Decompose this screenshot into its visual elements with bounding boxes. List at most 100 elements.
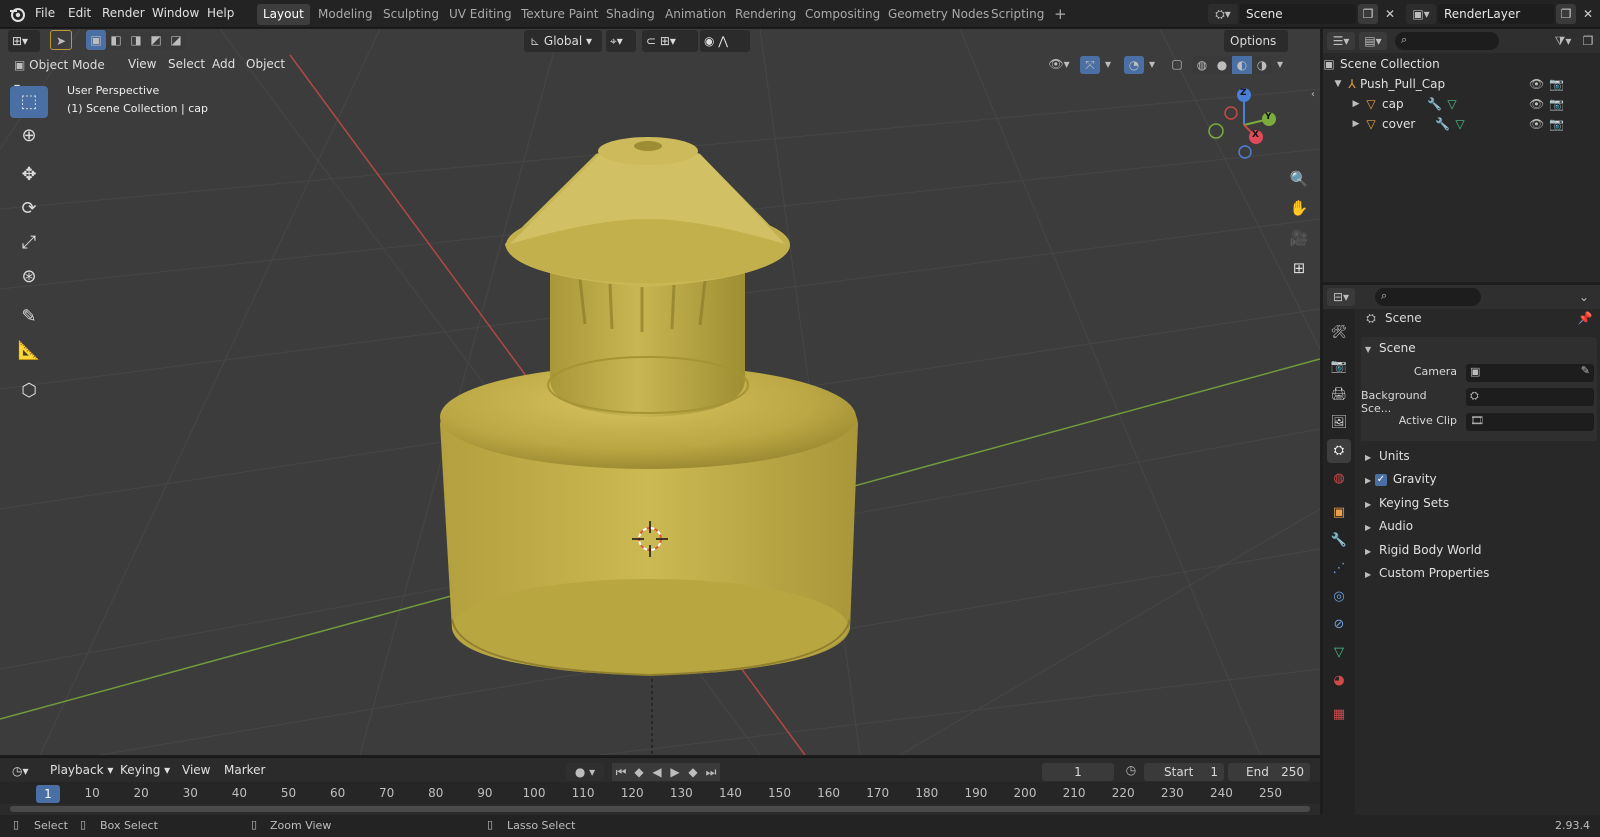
new-scene-icon[interactable]: ❐: [1358, 4, 1378, 24]
gravity-panel-header[interactable]: ▶ ✓ Gravity: [1361, 468, 1597, 490]
expand-right-icon[interactable]: ▶: [1351, 114, 1361, 134]
add-workspace-button[interactable]: +: [1048, 4, 1073, 25]
timeline-editor-type-dropdown[interactable]: ◷▾: [8, 760, 40, 782]
viewport-menu-add[interactable]: Add: [208, 54, 239, 75]
outliner-row-push-pull-cap[interactable]: ▼ ⅄ Push_Pull_Cap 👁 📷: [1323, 74, 1600, 94]
custom-properties-panel-header[interactable]: ▶ Custom Properties: [1361, 562, 1597, 584]
perspective-toggle-icon[interactable]: ⊞: [1286, 255, 1312, 281]
scene-panel-header[interactable]: ▼ Scene: [1361, 337, 1597, 359]
tab-rendering[interactable]: Rendering: [729, 4, 802, 25]
viewport-menu-object[interactable]: Object: [242, 54, 289, 75]
zoom-icon[interactable]: 🔍: [1286, 166, 1312, 192]
collapse-sidebar-icon[interactable]: ‹: [1308, 89, 1318, 100]
gizmo-toggle-icon[interactable]: ⤧: [1080, 56, 1100, 74]
active-clip-field[interactable]: 🎞: [1466, 413, 1594, 431]
new-view-layer-icon[interactable]: ❐: [1556, 4, 1576, 24]
select-tool-icon[interactable]: ➤: [50, 30, 72, 50]
new-collection-icon[interactable]: ❐: [1579, 32, 1597, 50]
tab-sculpting[interactable]: Sculpting: [377, 4, 445, 25]
particles-tab-icon[interactable]: ⋰: [1327, 557, 1351, 581]
menu-edit[interactable]: Edit: [68, 6, 91, 20]
preview-range-icon[interactable]: ◷: [1122, 763, 1140, 777]
select-mode-extend-icon[interactable]: ◧: [106, 30, 126, 50]
shading-rendered-icon[interactable]: ◑: [1252, 56, 1272, 74]
shading-material-icon[interactable]: ◐: [1232, 56, 1252, 74]
visibility-dropdown-icon[interactable]: 👁▾: [1044, 57, 1074, 71]
eye-visible-icon[interactable]: 👁: [1529, 94, 1544, 114]
tab-texture-paint[interactable]: Texture Paint: [515, 4, 604, 25]
jump-prev-keyframe-icon[interactable]: ◆: [630, 763, 648, 781]
data-tab-icon[interactable]: ▽: [1327, 641, 1351, 665]
viewport-menu-view[interactable]: View: [124, 54, 160, 75]
editor-type-dropdown[interactable]: ⊞▾: [8, 30, 40, 52]
tab-uv-editing[interactable]: UV Editing: [443, 4, 518, 25]
overlays-dropdown-icon[interactable]: ▾: [1146, 57, 1158, 71]
snap-toggle[interactable]: ⊂ ⊞▾: [642, 30, 698, 52]
display-mode-icon[interactable]: ▤▾: [1359, 32, 1387, 50]
marker-menu[interactable]: Marker: [220, 760, 269, 781]
scene-tab-icon[interactable]: ⛭: [1327, 439, 1351, 463]
delete-scene-icon[interactable]: ✕: [1380, 4, 1400, 24]
object-tab-icon[interactable]: ▣: [1327, 501, 1351, 525]
jump-start-icon[interactable]: ⏮: [612, 763, 630, 781]
proportional-editing-toggle[interactable]: ◉ ⋀: [700, 30, 750, 52]
background-scene-field[interactable]: ⛭: [1466, 388, 1594, 406]
end-frame-field[interactable]: End 250: [1228, 763, 1310, 781]
view-layer-tab-icon[interactable]: 🖼: [1327, 411, 1351, 435]
select-box-tool-icon[interactable]: ⬚: [10, 86, 48, 118]
render-tab-icon[interactable]: 📷: [1327, 355, 1351, 379]
cursor-tool-icon[interactable]: ⊕: [10, 120, 48, 152]
tool-tab-icon[interactable]: 🛠: [1327, 321, 1351, 345]
shading-solid-icon[interactable]: ●: [1212, 56, 1232, 74]
object-mode-dropdown[interactable]: ▣ Object Mode ▾: [8, 54, 118, 94]
modifier-wrench-icon[interactable]: 🔧: [1435, 114, 1450, 134]
properties-options-icon[interactable]: ⌄: [1575, 288, 1593, 306]
filter-icon[interactable]: ⧩▾: [1549, 32, 1577, 50]
texture-tab-icon[interactable]: ▦: [1327, 703, 1351, 727]
expand-right-icon[interactable]: ▶: [1351, 94, 1361, 114]
camera-field[interactable]: ▣ ✎: [1466, 364, 1594, 382]
rigid-body-world-panel-header[interactable]: ▶ Rigid Body World: [1361, 539, 1597, 561]
constraints-tab-icon[interactable]: ⊘: [1327, 613, 1351, 637]
jump-next-keyframe-icon[interactable]: ◆: [684, 763, 702, 781]
scale-tool-icon[interactable]: ⤢: [10, 227, 48, 259]
eye-visible-icon[interactable]: 👁: [1529, 114, 1544, 134]
menu-render[interactable]: Render: [102, 6, 145, 20]
tab-animation[interactable]: Animation: [659, 4, 732, 25]
physics-tab-icon[interactable]: ◎: [1327, 585, 1351, 609]
gravity-checkbox[interactable]: ✓: [1374, 473, 1387, 486]
pin-icon[interactable]: 📌: [1577, 311, 1593, 325]
playhead-frame-indicator[interactable]: 1: [36, 785, 60, 803]
move-tool-icon[interactable]: ✥: [10, 159, 48, 191]
overlays-toggle-icon[interactable]: ◔: [1124, 56, 1144, 74]
mesh-data-icon[interactable]: ▽: [1445, 94, 1459, 114]
tab-modeling[interactable]: Modeling: [312, 4, 379, 25]
keying-sets-panel-header[interactable]: ▶ Keying Sets: [1361, 492, 1597, 514]
units-panel-header[interactable]: ▶ Units: [1361, 445, 1597, 467]
3d-viewport[interactable]: ⊞▾ ➤ ▣ ◧ ◨ ◩ ◪ ⊾ Global ▾ ⌖▾ ⊂ ⊞▾ ◉ ⋀ Op…: [0, 29, 1320, 755]
scene-icon[interactable]: ⛭▾: [1208, 4, 1238, 24]
xray-toggle-icon[interactable]: ▢: [1168, 57, 1186, 71]
render-camera-icon[interactable]: 📷: [1549, 74, 1564, 94]
mesh-data-icon[interactable]: ▽: [1453, 114, 1467, 134]
tab-geometry-nodes[interactable]: Geometry Nodes: [882, 4, 995, 25]
view-layer-icon[interactable]: ▣▾: [1406, 4, 1436, 24]
transform-tool-icon[interactable]: ⊛: [10, 261, 48, 293]
blender-logo-icon[interactable]: [8, 5, 26, 23]
gizmo-dropdown-icon[interactable]: ▾: [1102, 57, 1114, 71]
jump-end-icon[interactable]: ⏭: [702, 763, 720, 781]
timeline-scrollbar[interactable]: [10, 806, 1310, 812]
tab-compositing[interactable]: Compositing: [799, 4, 886, 25]
current-frame-field[interactable]: 1: [1042, 763, 1114, 781]
expand-down-icon[interactable]: ▼: [1333, 74, 1343, 94]
eyedropper-icon[interactable]: ✎: [1581, 364, 1590, 377]
add-cube-tool-icon[interactable]: ⬡: [10, 375, 48, 407]
properties-editor-type-icon[interactable]: ⊟▾: [1327, 288, 1355, 306]
options-dropdown[interactable]: Options ▾: [1224, 30, 1288, 70]
shading-wireframe-icon[interactable]: ◍: [1192, 56, 1212, 74]
timeline-view-menu[interactable]: View: [178, 760, 214, 781]
measure-tool-icon[interactable]: 📐: [10, 335, 48, 367]
select-mode-new-icon[interactable]: ▣: [86, 30, 106, 50]
outliner-row-cap[interactable]: ▶ ▽ cap 🔧 ▽ 👁 📷: [1323, 94, 1600, 114]
playback-menu[interactable]: Playback ▾: [46, 760, 117, 781]
